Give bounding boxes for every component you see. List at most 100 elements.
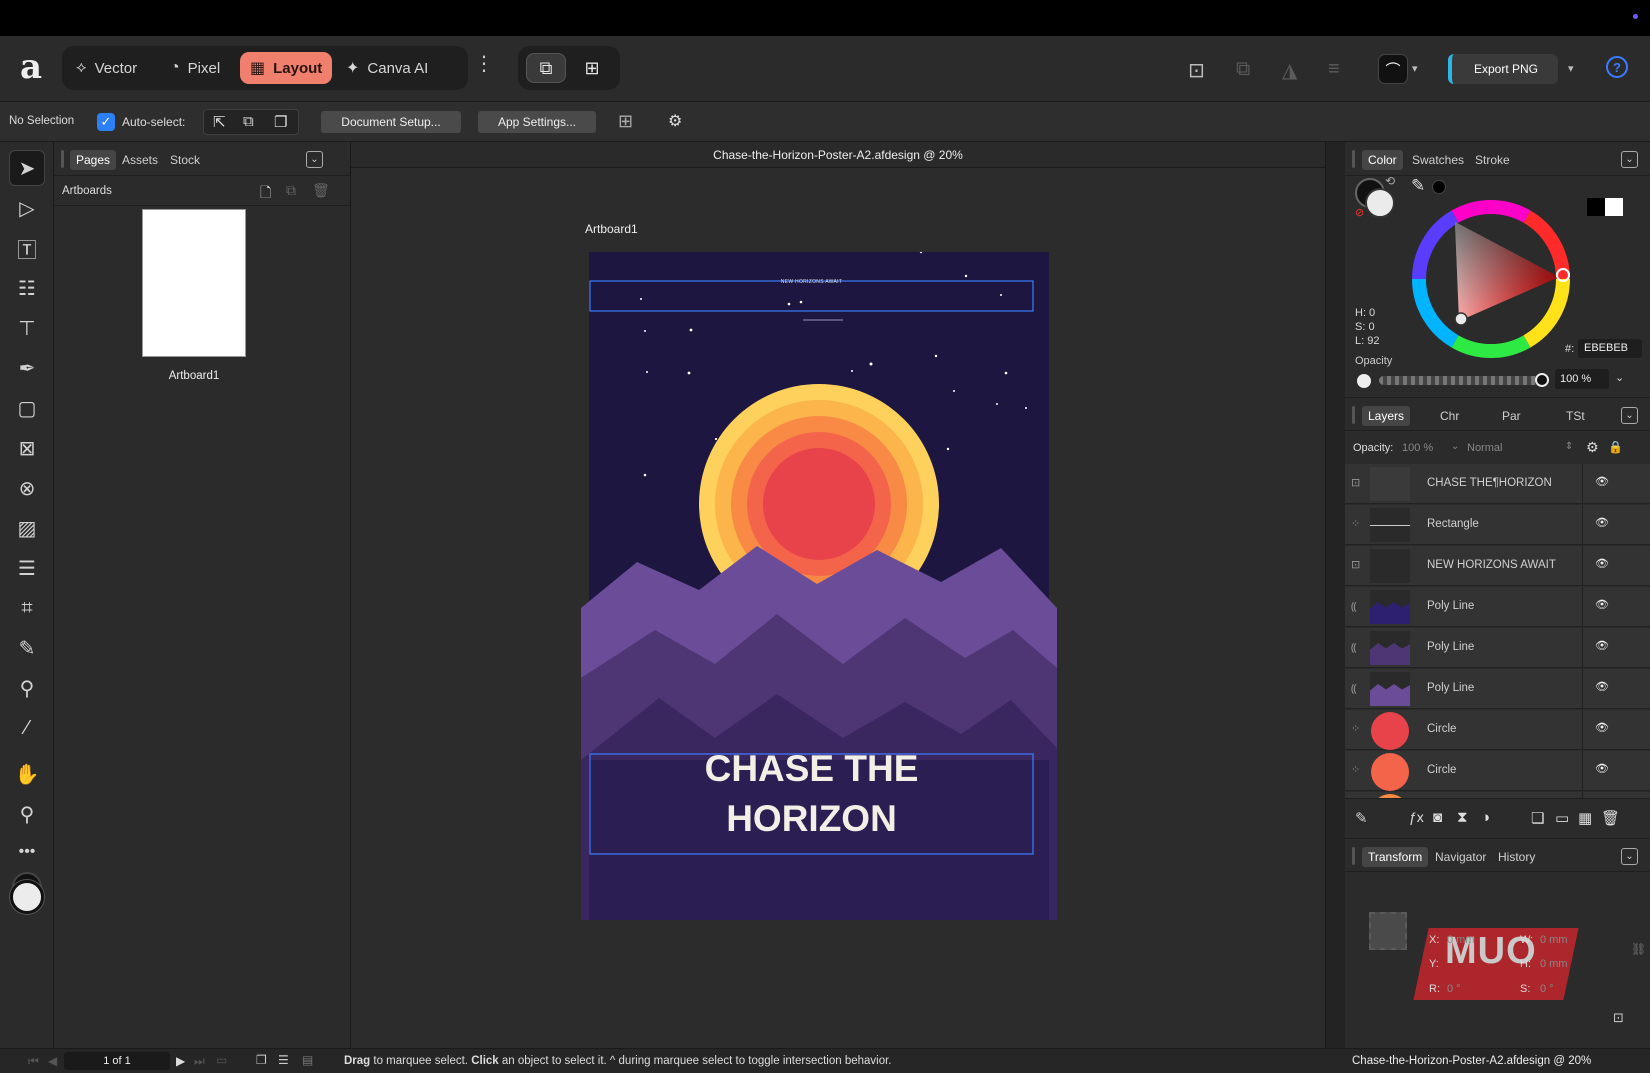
next-page-icon[interactable]: ▶	[176, 1054, 185, 1068]
panel-grip[interactable]	[1352, 150, 1355, 168]
table-tool[interactable]: ☷	[9, 270, 45, 306]
fill-well[interactable]	[1365, 188, 1395, 218]
anchor-selector[interactable]	[1369, 912, 1407, 950]
tab-text-styles[interactable]: TSt	[1560, 406, 1591, 426]
crop-tool[interactable]: ⌗	[9, 590, 45, 626]
add-pixel-layer-icon[interactable]: ❏	[1531, 809, 1544, 827]
chevron-down-icon[interactable]: ⌄	[1621, 407, 1638, 424]
layer-row[interactable]: ⊡ NEW HORIZONS AWAIT 👁	[1345, 546, 1650, 586]
export-dropdown-icon[interactable]: ▾	[1568, 62, 1574, 75]
mask-icon[interactable]: ◙	[1433, 809, 1442, 826]
eye-icon[interactable]: 👁	[1595, 475, 1609, 488]
panel-grip[interactable]	[1352, 847, 1355, 865]
align-icon[interactable]: ≡	[1328, 58, 1340, 81]
eye-icon[interactable]: 👁	[1595, 557, 1609, 570]
no-color-icon[interactable]: ⊘	[1355, 206, 1364, 219]
page-grid-icon[interactable]: ▤	[302, 1053, 313, 1067]
more-options-icon[interactable]: ⋮	[474, 54, 494, 74]
document-setup-button[interactable]: Document Setup...	[321, 111, 461, 133]
pen-tool[interactable]: ✒	[9, 350, 45, 386]
transform-options-icon[interactable]: ⊡	[1613, 1010, 1624, 1026]
x-input[interactable]: 0 mm	[1447, 934, 1475, 946]
group-folder-icon[interactable]: ▭	[1555, 809, 1569, 827]
page-action-icon[interactable]: ▭	[216, 1053, 227, 1067]
lock-aspect-icon[interactable]: ⛓	[1631, 942, 1646, 956]
poster-subtitle[interactable]: NEW HORIZONS AWAIT	[590, 279, 1033, 285]
gear-icon[interactable]: ⚙	[1586, 439, 1599, 456]
eye-icon[interactable]: 👁	[1595, 762, 1609, 775]
layer-opacity-dropdown-icon[interactable]: ⌄	[1451, 441, 1459, 452]
more-tools[interactable]: •••	[9, 834, 45, 870]
spread-view-icon[interactable]: ❐	[256, 1053, 267, 1067]
vertical-scrollbar[interactable]	[1325, 142, 1345, 1048]
opacity-slider[interactable]	[1379, 373, 1549, 387]
persona-pixel-button[interactable]: ◔ Pixel	[160, 52, 230, 84]
tab-assets[interactable]: Assets	[116, 150, 164, 170]
layer-row[interactable]: ⸨ Poly Line 👁	[1345, 669, 1650, 709]
add-page-icon[interactable]: 🗋	[260, 182, 271, 206]
view-mode-icon[interactable]: ⊡	[1188, 58, 1205, 83]
poster-artboard[interactable]: NEW HORIZONS AWAIT CHASE THE HORIZON	[581, 252, 1057, 920]
snapping-button[interactable]: ⌒	[1378, 54, 1408, 84]
grid-snap-icon[interactable]: ⊞	[618, 111, 633, 132]
tab-history[interactable]: History	[1492, 847, 1541, 867]
tab-layers[interactable]: Layers	[1362, 406, 1411, 426]
frame-text-tool[interactable]: 🅃	[9, 230, 45, 266]
tab-stroke[interactable]: Stroke	[1469, 150, 1516, 170]
tab-swatches[interactable]: Swatches	[1406, 150, 1470, 170]
adjustment-icon[interactable]: ◑	[1481, 809, 1490, 826]
arrange-icon[interactable]: ⧉	[1236, 58, 1250, 81]
eye-icon[interactable]: 👁	[1595, 516, 1609, 529]
tab-navigator[interactable]: Navigator	[1429, 847, 1492, 867]
opacity-dropdown-icon[interactable]: ⌄	[1615, 371, 1624, 384]
node-tool[interactable]: ▷	[9, 190, 45, 226]
page-indicator[interactable]: 1 of 1	[64, 1052, 170, 1070]
white-swatch[interactable]	[1605, 198, 1623, 216]
opacity-slider-knob[interactable]	[1535, 373, 1549, 387]
place-image-tool[interactable]: ▨	[9, 510, 45, 546]
opacity-input[interactable]: 100 %	[1555, 369, 1609, 389]
h-input[interactable]: 0 mm	[1540, 958, 1568, 970]
autoselect-checkbox[interactable]: ✓	[97, 113, 115, 131]
gear-icon[interactable]: ⚙	[668, 111, 682, 131]
r-input[interactable]: 0 °	[1447, 983, 1461, 995]
move-tool[interactable]: ➤	[9, 150, 45, 186]
help-icon[interactable]: ?	[1606, 56, 1628, 78]
chevron-down-icon[interactable]: ⌄	[1621, 151, 1638, 168]
layer-row[interactable]: ⁘ Rectangle 👁	[1345, 505, 1650, 545]
s-input[interactable]: 0 °	[1540, 983, 1554, 995]
layer-row[interactable]: ⁘ Circle 👁	[1345, 751, 1650, 791]
brush-tool[interactable]: ✎	[9, 630, 45, 666]
ellipse-frame-tool[interactable]: ⊗	[9, 470, 45, 506]
fill-color-swatch[interactable]	[10, 880, 44, 914]
black-swatch[interactable]	[1587, 198, 1605, 216]
tab-color[interactable]: Color	[1362, 150, 1403, 170]
persona-canva-ai-button[interactable]: ✦ Canva AI	[336, 52, 438, 84]
page-list-icon[interactable]: ☰	[278, 1053, 289, 1067]
trash-icon[interactable]: 🗑	[1601, 809, 1620, 827]
select-container-icon[interactable]: ❐	[274, 113, 287, 131]
panel-grip[interactable]	[61, 150, 64, 168]
last-page-icon[interactable]: ⏭	[194, 1054, 205, 1069]
layer-row[interactable]: ⊡ CHASE THE¶HORIZON 👁	[1345, 464, 1650, 504]
color-picker-tool[interactable]: ⁄	[9, 710, 45, 746]
first-page-icon[interactable]: ⏮	[28, 1054, 39, 1069]
artboard-label[interactable]: Artboard1	[585, 222, 638, 236]
persona-layout-button[interactable]: ▦ Layout	[240, 52, 333, 84]
picture-frame-tool[interactable]: ⊠	[9, 430, 45, 466]
app-settings-button[interactable]: App Settings...	[478, 111, 596, 133]
eyedropper-icon[interactable]: ✎	[1411, 176, 1425, 196]
layer-opacity-value[interactable]: 100 %	[1402, 442, 1433, 454]
layer-row[interactable]: ⁘ Circle 👁	[1345, 710, 1650, 750]
tab-stock[interactable]: Stock	[164, 150, 206, 170]
prev-page-icon[interactable]: ◀	[48, 1054, 57, 1068]
blend-mode-stepper-icon[interactable]: ⇕	[1565, 441, 1573, 452]
lock-icon[interactable]: 🔒	[1608, 440, 1623, 454]
zoom-tool[interactable]: ⚲	[9, 796, 45, 832]
fill-tool[interactable]: ⚲	[9, 670, 45, 706]
hourglass-icon[interactable]: ⧗	[1457, 809, 1468, 826]
duplicate-page-icon[interactable]: ⧉	[286, 182, 296, 199]
hand-tool[interactable]: ✋	[9, 756, 45, 792]
export-button[interactable]: Export PNG	[1448, 54, 1558, 84]
grid-view-button[interactable]: ⊞	[572, 53, 612, 83]
